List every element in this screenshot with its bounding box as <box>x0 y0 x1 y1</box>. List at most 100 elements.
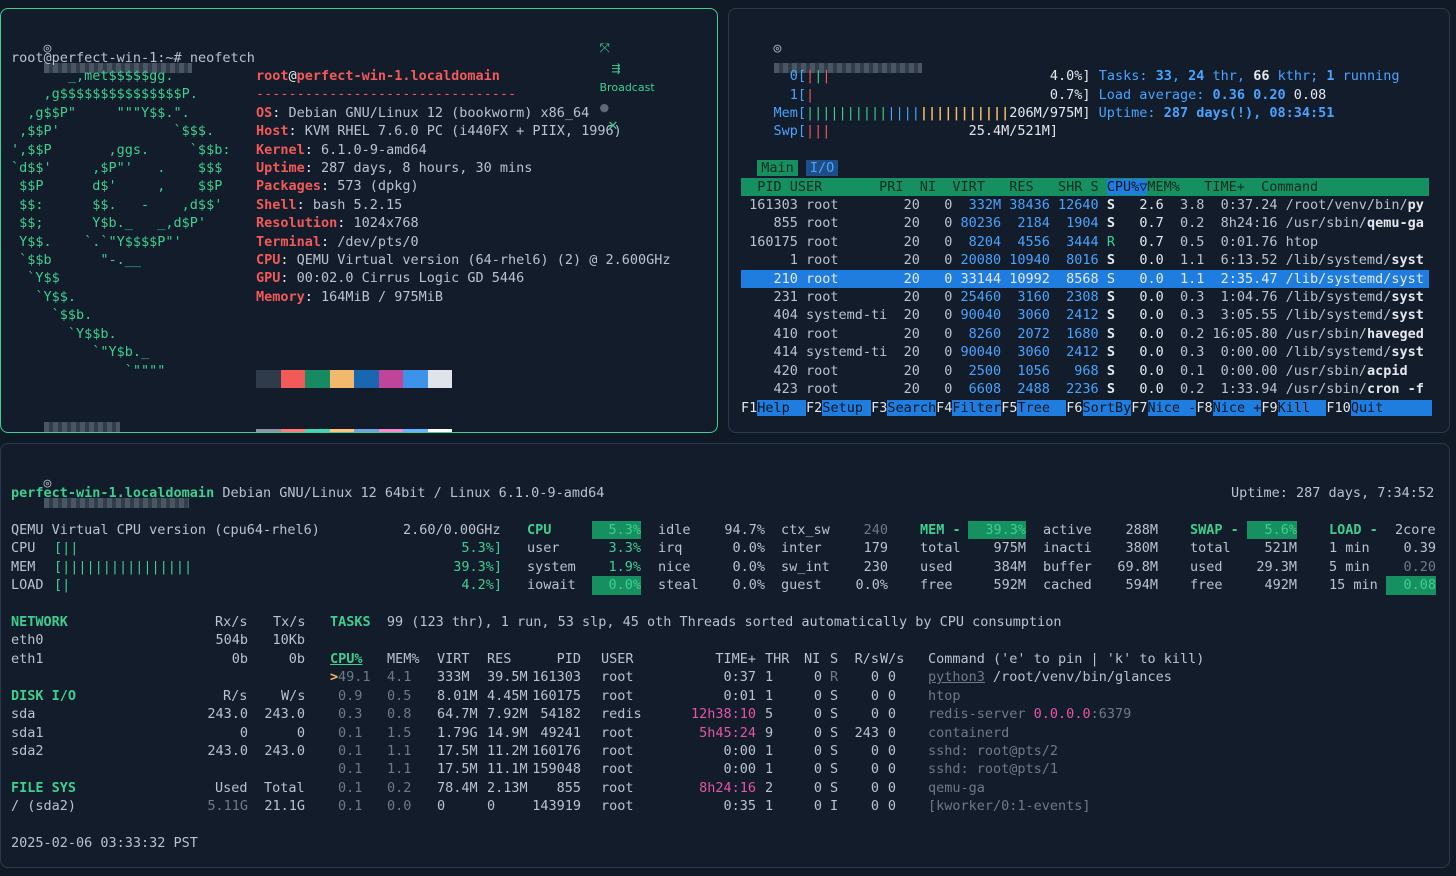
priority: 20 <box>895 362 928 379</box>
disk-title: DISK I/O <box>11 688 77 704</box>
mem-stat-label: cached <box>1043 577 1092 594</box>
cpu-stat-label: user <box>527 540 560 557</box>
htop-process-row[interactable]: 404 systemd-ti 20 0 90040 3060 2412 S 0.… <box>741 306 1429 324</box>
htop-process-row[interactable]: 855 root 20 0 80236 2184 1904 S 0.7 0.2 … <box>741 214 1429 232</box>
terminal-pane-htop[interactable]: ◎ 0[||| 4.0%] Tasks: 33, 24 thr, 66 kthr… <box>728 8 1450 433</box>
column-header-user: USER <box>601 651 634 667</box>
htop-process-row[interactable]: 410 root 20 0 8260 2072 1680 S 0.0 0.2 1… <box>741 325 1429 343</box>
disk-write: 243.0 <box>264 743 305 760</box>
function-key-label[interactable]: Filter <box>952 400 1002 416</box>
command-name: sshd: root@pts/2 <box>928 743 1059 759</box>
cpu-stat-label: system <box>527 558 576 575</box>
tab-main[interactable]: Main <box>757 160 798 177</box>
htop-column-header[interactable]: PID USER PRI NI VIRT RES SHR S CPU%▽MEM%… <box>741 177 1429 196</box>
function-key-label[interactable]: Nice + <box>1212 400 1262 416</box>
nice: 0 <box>927 307 961 324</box>
mem-percent: 1.1 <box>387 743 412 759</box>
htop-process-row[interactable]: 160175 root 20 0 8204 4556 3444 R 0.7 0.… <box>741 233 1429 251</box>
info-colon: : <box>288 123 305 140</box>
time: 16:05.80 <box>1212 325 1286 342</box>
user: root <box>806 270 896 287</box>
terminal-pane-neofetch[interactable]: ◎ ⤧ ⇶ Broadcast ● ✕ root@perfect-win-1:~… <box>0 8 718 433</box>
priority: 20 <box>895 215 928 232</box>
htop-process-row[interactable]: 420 root 20 0 2500 1056 968 S 0.0 0.1 0:… <box>741 362 1429 380</box>
prompt-line-2[interactable]: :~# <box>11 400 120 432</box>
info-value: 164MiB / 975MiB <box>321 288 443 305</box>
function-key-label[interactable]: Tree <box>1017 400 1067 416</box>
function-key-label[interactable]: Setup <box>822 400 872 416</box>
user: root <box>806 289 896 305</box>
htop-process-row[interactable]: 210 root 20 0 33144 10992 8568 S 0.0 1.1… <box>741 269 1429 288</box>
disk-name: sda2 <box>11 743 44 760</box>
command: neofetch <box>189 50 255 66</box>
cpu-stat-value: 240 <box>863 522 888 538</box>
shr: 1904 <box>1058 215 1107 232</box>
info-row: Packages: 573 (dpkg) <box>256 177 671 195</box>
command-name: htop <box>1285 233 1319 250</box>
nice: 0 <box>813 743 822 759</box>
swap-stat-value: 492M <box>1264 577 1297 594</box>
function-key-label[interactable]: Search <box>887 400 937 416</box>
mem-percent: 4.1 <box>387 669 412 686</box>
write-rate: 0 <box>887 687 896 704</box>
mem-percent: 0.5 <box>1171 233 1213 250</box>
htop-process-row[interactable]: 1 root 20 0 20080 10940 8016 S 0.0 1.1 6… <box>741 251 1429 269</box>
title-separator: -------------------------------- <box>256 86 517 103</box>
function-key-label[interactable]: Kill <box>1277 400 1327 416</box>
function-key-label[interactable]: SortBy <box>1082 400 1132 416</box>
datetime: 2025-02-06 03:33:32 PST <box>11 835 198 851</box>
tab-io[interactable]: I/O <box>805 160 839 177</box>
quicklook-label: LOAD <box>11 577 44 594</box>
function-key: F3 <box>871 400 888 416</box>
function-key-label[interactable]: Nice - <box>1147 400 1197 416</box>
maximize-icon[interactable]: ⤧ <box>600 41 610 56</box>
network-tx-header: Tx/s <box>273 614 306 630</box>
info-key: Resolution <box>256 215 338 232</box>
cpu-stat-value: 0.0% <box>732 577 765 594</box>
system-info: Debian GNU/Linux 12 64bit / Linux 6.1.0-… <box>214 485 605 501</box>
res: 4.45M <box>487 687 528 704</box>
time: 0:37 <box>723 669 756 686</box>
fs-used: 5.11G <box>207 798 248 815</box>
htop-process-row[interactable]: 414 systemd-ti 20 0 90040 3060 2412 S 0.… <box>741 343 1429 361</box>
res: 4556 <box>1009 233 1059 250</box>
res: 1056 <box>1009 362 1059 379</box>
disk-r-header: R/s <box>223 688 248 704</box>
tasks-summary: TASKS 99 (123 thr), 1 run, 53 slp, 45 ot… <box>330 613 1062 631</box>
logo-line: `Y$$b. <box>11 325 117 342</box>
htop-function-keys: F1Help F2Setup F3SearchF4FilterF5Tree F6… <box>741 399 1433 417</box>
cpu-frequency: 2.60/0.00GHz <box>403 522 501 538</box>
priority: 20 <box>895 270 928 287</box>
cpu-percent: 0.0 <box>1123 270 1172 287</box>
palette-row-1 <box>256 370 452 393</box>
read-rate: 0 <box>870 798 879 815</box>
logo-line: $$: $$. - ,d$$' <box>11 196 223 213</box>
virt: 333M <box>437 669 470 686</box>
res: 14.9M <box>487 724 528 741</box>
info-key: Terminal <box>256 233 322 250</box>
prompt: root@perfect-win-1:~# <box>11 50 190 66</box>
pid: 414 <box>741 344 807 361</box>
state: S <box>1106 325 1124 342</box>
header-sort-column[interactable]: CPU%▽ <box>1106 178 1148 195</box>
terminal-pane-glances[interactable]: ◎ perfect-win-1.localdomain Debian GNU/L… <box>0 443 1450 868</box>
mem-label: Mem[ <box>773 105 807 121</box>
fs-total-header: Total <box>264 780 305 796</box>
res: 3160 <box>1009 289 1059 305</box>
htop-process-row[interactable]: 161303 root 20 0 332M 38436 12640 S 2.6 … <box>741 196 1429 214</box>
broadcast-icon[interactable]: ⇶ <box>612 62 621 75</box>
quicklook-bar: [|||||||||||||||| <box>54 558 193 575</box>
broadcast-label[interactable]: Broadcast <box>600 81 655 94</box>
function-key-label[interactable]: Quit <box>1350 400 1433 416</box>
nice: 0 <box>927 289 961 305</box>
info-value: Debian GNU/Linux 12 (bookworm) x86_64 <box>288 104 590 121</box>
network-interface: eth0 <box>11 632 44 649</box>
virt: 90040 <box>960 344 1010 361</box>
state: S <box>1106 362 1124 379</box>
fs-used-header: Used <box>215 780 248 796</box>
htop-process-row[interactable]: 423 root 20 0 6608 2488 2236 S 0.0 0.2 1… <box>741 380 1429 398</box>
cpu-stat-label: inter <box>781 540 822 557</box>
htop-process-row[interactable]: 231 root 20 0 25460 3160 2308 S 0.0 0.3 … <box>741 288 1429 306</box>
function-key-label[interactable]: Help <box>757 400 807 416</box>
state: S <box>1106 289 1124 305</box>
